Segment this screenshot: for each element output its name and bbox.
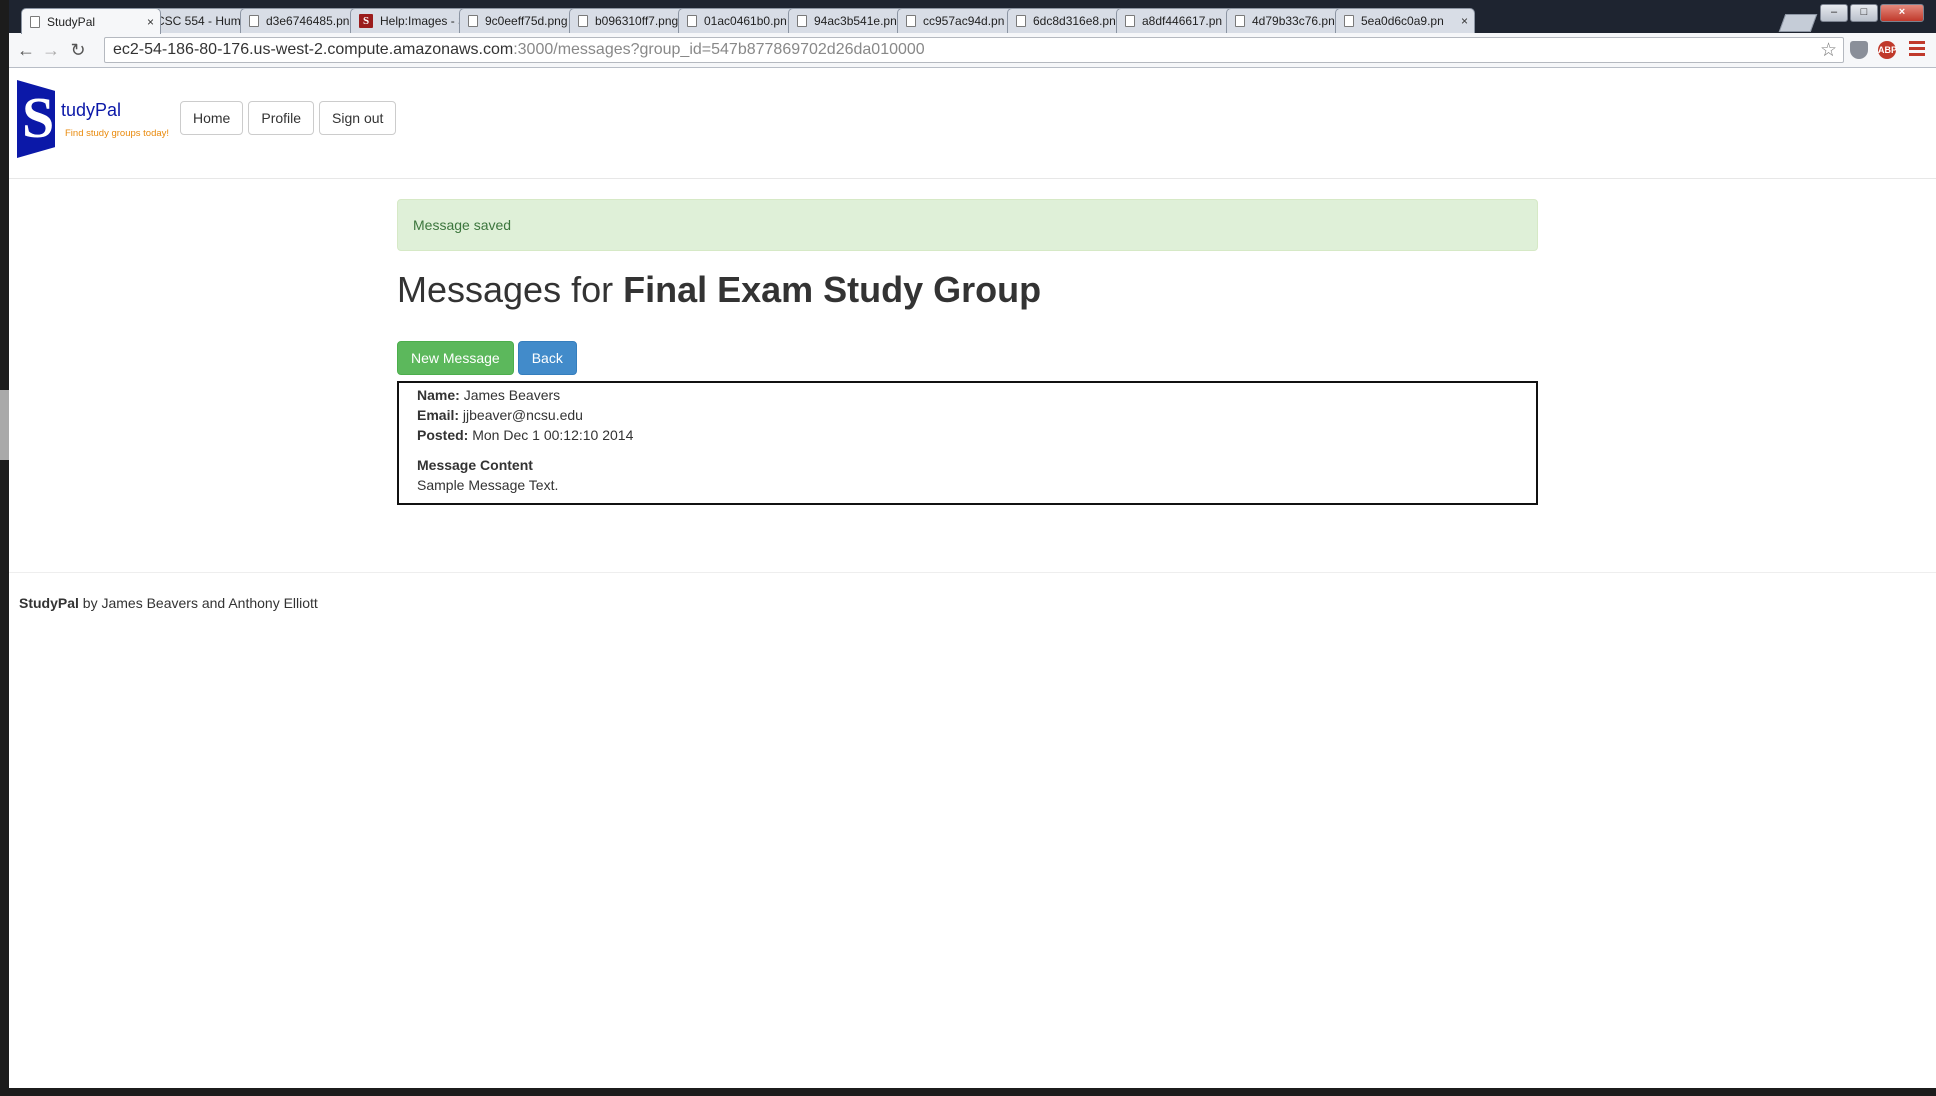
tab-title: 6dc8d316e8.pn: [1033, 14, 1116, 28]
page-favicon-icon: [797, 15, 807, 27]
address-bar[interactable]: ec2-54-186-80-176.us-west-2.compute.amaz…: [104, 37, 1844, 63]
message-posted-row: Posted: Mon Dec 1 00:12:10 2014: [417, 425, 1518, 445]
message-author-name: James Beavers: [463, 387, 561, 403]
tab-title: cc957ac94d.pn: [923, 14, 1005, 28]
email-label: Email:: [417, 407, 460, 423]
page-favicon-icon: [468, 15, 478, 27]
url-path: :3000/messages?group_id=547b877869702d26…: [513, 41, 925, 58]
page-favicon-icon: [249, 15, 259, 27]
browser-tab[interactable]: StudyPal ×: [21, 8, 161, 34]
browser-toolbar: ← → ↻ ec2-54-186-80-176.us-west-2.comput…: [9, 33, 1936, 68]
back-button[interactable]: Back: [517, 341, 577, 375]
page-title: Messages for Final Exam Study Group: [397, 269, 1538, 311]
logo-tagline: Find study groups today!: [65, 128, 170, 139]
top-nav: Home Profile Sign out: [180, 101, 397, 135]
tab-title: 94ac3b541e.pn: [814, 14, 897, 28]
new-message-button[interactable]: New Message: [397, 341, 514, 375]
page-favicon-icon: [578, 15, 588, 27]
name-label: Name:: [417, 387, 460, 403]
nav-sign-out-button[interactable]: Sign out: [319, 101, 397, 135]
footer-divider: [9, 572, 1936, 573]
page-favicon-icon: [1125, 15, 1135, 27]
tab-title: 5ea0d6c0a9.pn: [1361, 14, 1444, 28]
page-favicon-icon: [906, 15, 916, 27]
posted-label: Posted:: [417, 427, 469, 443]
window-frame-left: [0, 0, 9, 1096]
page-favicon-icon: [687, 15, 697, 27]
message-actions: New Message Back: [397, 341, 1538, 375]
studypal-logo[interactable]: S tudyPal Find study groups today!: [17, 80, 177, 160]
site-footer: StudyPal by James Beavers and Anthony El…: [19, 595, 318, 611]
page-favicon-icon: [30, 15, 40, 28]
tab-title: b096310ff7.png: [595, 14, 679, 28]
message-content-heading: Message Content: [417, 457, 533, 473]
logo-s-mark: S: [17, 80, 55, 158]
page-title-prefix: Messages for: [397, 269, 624, 310]
flash-notice: Message saved: [397, 199, 1538, 251]
message-name-row: Name: James Beavers: [417, 385, 1518, 405]
site-header: S tudyPal Find study groups today! Home …: [9, 68, 1936, 179]
browser-tab-strip: StudyPal×CSC 554 - Hum×d3e6746485.pn×SHe…: [9, 0, 1936, 34]
nav-profile-button[interactable]: Profile: [248, 101, 315, 135]
browser-tab[interactable]: 5ea0d6c0a9.pn ×: [1335, 8, 1475, 33]
s-favicon-icon: S: [359, 14, 373, 28]
close-window-button[interactable]: ×: [1880, 4, 1924, 22]
page-favicon-icon: [1016, 15, 1026, 27]
footer-credit: by James Beavers and Anthony Elliott: [78, 595, 318, 611]
main-content: Message saved Messages for Final Exam St…: [397, 199, 1538, 505]
tab-title: a8df446617.pn: [1142, 14, 1223, 28]
tab-title: 9c0eeff75d.png: [485, 14, 568, 28]
shield-extension-icon[interactable]: [1850, 41, 1868, 59]
page-favicon-icon: [1235, 15, 1245, 27]
tab-title: d3e6746485.pn: [266, 14, 350, 28]
tab-title: 4d79b33c76.pn: [1252, 14, 1335, 28]
adblock-extension-icon[interactable]: ABP: [1878, 41, 1897, 59]
message-card: Name: James Beavers Email: jjbeaver@ncsu…: [397, 381, 1538, 505]
message-email-row: Email: jjbeaver@ncsu.edu: [417, 405, 1518, 425]
tab-close-icon[interactable]: ×: [1461, 14, 1468, 28]
new-tab-button[interactable]: [1778, 14, 1818, 32]
tab-title: StudyPal: [47, 14, 96, 29]
tab-close-icon[interactable]: ×: [147, 15, 154, 29]
minimize-button[interactable]: –: [1820, 4, 1848, 22]
maximize-button[interactable]: □: [1850, 4, 1878, 22]
reload-icon[interactable]: ↻: [67, 39, 89, 61]
url-host: ec2-54-186-80-176.us-west-2.compute.amaz…: [113, 41, 514, 58]
tab-title: CSC 554 - Hum: [156, 14, 241, 28]
message-author-email: jjbeaver@ncsu.edu: [462, 407, 583, 423]
browser-menu-icon[interactable]: [1909, 41, 1925, 59]
page-viewport: S tudyPal Find study groups today! Home …: [9, 68, 1936, 1088]
nav-home-button[interactable]: Home: [180, 101, 244, 135]
bookmark-star-icon[interactable]: ☆: [1820, 39, 1837, 62]
page-favicon-icon: [1344, 15, 1354, 27]
message-posted-time: Mon Dec 1 00:12:10 2014: [472, 427, 634, 443]
window-frame-bottom: [0, 1088, 1936, 1096]
tab-title: 01ac0461b0.pn: [704, 14, 787, 28]
forward-arrow-icon[interactable]: →: [40, 39, 62, 61]
footer-brand: StudyPal: [19, 595, 79, 611]
window-controls: – □ ×: [1820, 4, 1924, 22]
back-arrow-icon[interactable]: ←: [15, 39, 37, 61]
group-name: Final Exam Study Group: [623, 269, 1042, 310]
message-content-text: Sample Message Text.: [417, 477, 559, 493]
left-edge-scrollbar[interactable]: [0, 390, 9, 460]
logo-name: tudyPal: [61, 100, 122, 120]
